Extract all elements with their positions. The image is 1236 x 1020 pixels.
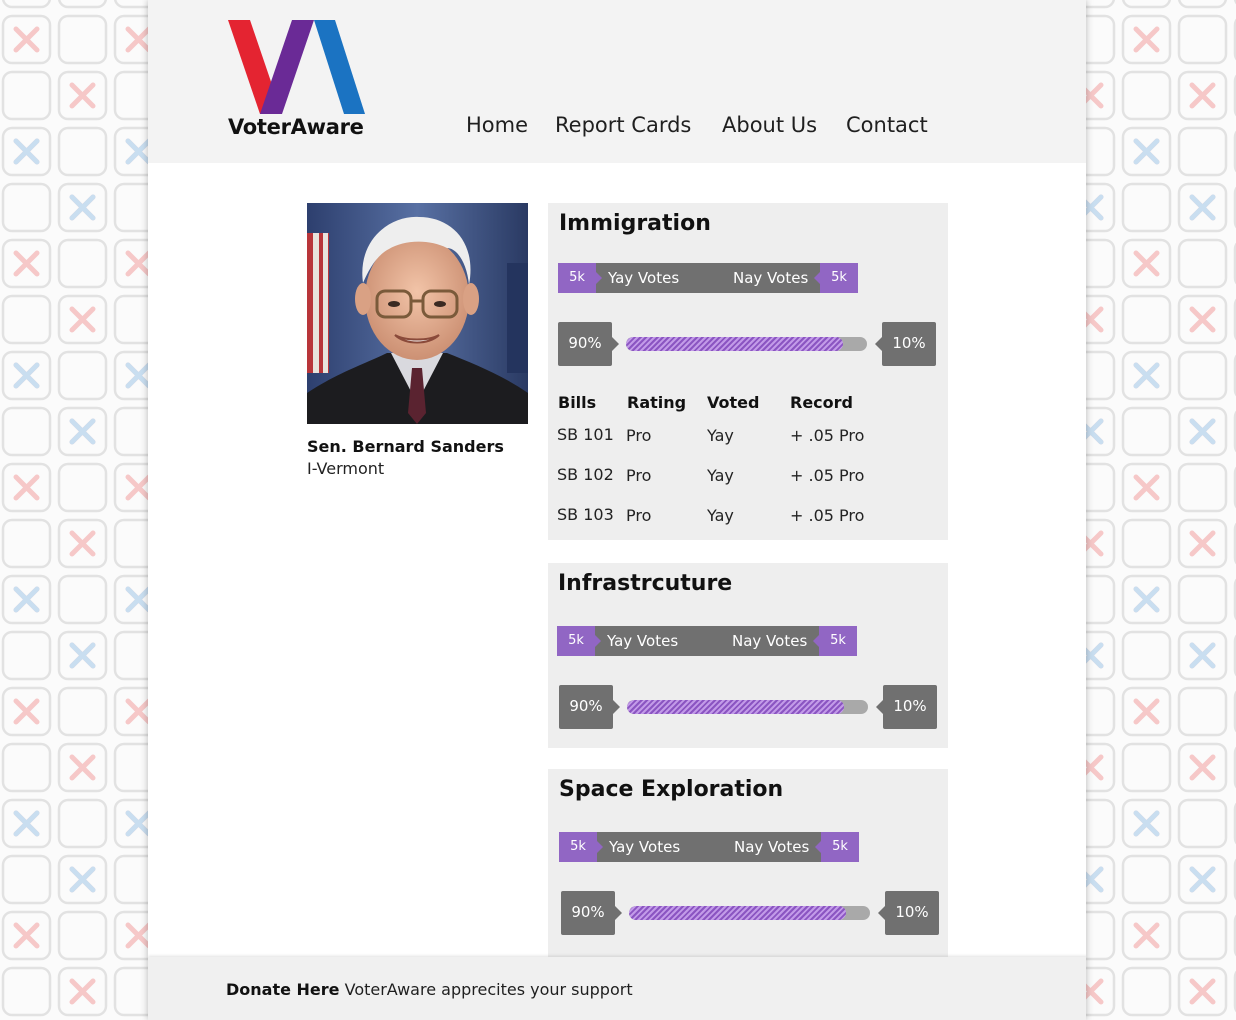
issue-card-space-exploration: Space Exploration 5k Yay Votes Nay Votes… <box>548 769 948 959</box>
nav-contact[interactable]: Contact <box>846 113 928 137</box>
politician-name: Sen. Bernard Sanders <box>307 437 504 456</box>
approval-bar <box>629 906 870 920</box>
nay-votes-badge[interactable]: Nay Votes 5k <box>717 626 857 656</box>
bill-voted: Yay <box>707 466 734 485</box>
approval-bar-fill <box>629 906 846 920</box>
nay-count: 5k <box>814 263 858 293</box>
bill-record: + .05 Pro <box>790 466 865 485</box>
pro-percent: 90% <box>559 685 620 729</box>
nay-count: 5k <box>813 626 857 656</box>
yay-votes-badge[interactable]: 5k Yay Votes <box>558 263 724 293</box>
bill-record: + .05 Pro <box>790 506 865 525</box>
nav-report-cards[interactable]: Report Cards <box>555 113 691 137</box>
yay-votes-badge[interactable]: 5k Yay Votes <box>559 832 725 862</box>
voteraware-logo[interactable]: VoterAware <box>228 20 370 142</box>
col-voted: Voted <box>707 393 760 412</box>
con-percent: 10% <box>878 891 939 935</box>
footer-text: Donate Here VoterAware apprecites your s… <box>226 980 633 999</box>
issue-title: Space Exploration <box>559 777 784 802</box>
yay-label: Yay Votes <box>609 838 681 856</box>
con-percent: 10% <box>876 685 937 729</box>
con-percent: 10% <box>875 322 936 366</box>
pro-percent: 90% <box>558 322 619 366</box>
bill-rating: Pro <box>626 466 652 485</box>
yay-votes-badge[interactable]: 5k Yay Votes <box>557 626 723 656</box>
bill-record: + .05 Pro <box>790 426 865 445</box>
col-bills: Bills <box>558 393 597 412</box>
approval-bar <box>627 700 868 714</box>
yay-count: 5k <box>557 626 601 656</box>
nay-count: 5k <box>815 832 859 862</box>
pro-percent: 90% <box>561 891 622 935</box>
logo-mark-icon <box>228 20 365 114</box>
nay-votes-badge[interactable]: Nay Votes 5k <box>719 832 859 862</box>
col-rating: Rating <box>627 393 687 412</box>
bill-name[interactable]: SB 102 <box>557 465 614 484</box>
yay-count: 5k <box>559 832 603 862</box>
bill-voted: Yay <box>707 506 734 525</box>
yay-label: Yay Votes <box>607 632 679 650</box>
nav-home[interactable]: Home <box>466 113 528 137</box>
approval-bar-fill <box>627 700 844 714</box>
nay-label: Nay Votes <box>734 838 810 856</box>
yay-count: 5k <box>558 263 602 293</box>
approval-bar <box>626 337 867 351</box>
approval-bar-fill <box>626 337 843 351</box>
nav-about-us[interactable]: About Us <box>722 113 817 137</box>
page-sheet: VoterAware Home Report Cards About Us Co… <box>148 0 1086 1020</box>
issue-card-immigration: Immigration 5k Yay Votes Nay Votes 5k 90… <box>548 203 948 540</box>
bill-name[interactable]: SB 103 <box>557 505 614 524</box>
nay-label: Nay Votes <box>733 269 809 287</box>
bill-rating: Pro <box>626 506 652 525</box>
logo-wordmark: VoterAware <box>228 115 364 139</box>
politician-affiliation: I-Vermont <box>307 459 385 478</box>
issue-title: Immigration <box>559 211 711 236</box>
col-record: Record <box>790 393 853 412</box>
issue-card-infrastructure: Infrastrcuture 5k Yay Votes Nay Votes 5k… <box>548 563 948 748</box>
site-footer: Donate Here VoterAware apprecites your s… <box>148 957 1086 1020</box>
footer-message: VoterAware apprecites your support <box>344 980 633 999</box>
donate-link[interactable]: Donate Here <box>226 980 340 999</box>
nay-label: Nay Votes <box>732 632 808 650</box>
politician-photo <box>307 203 528 424</box>
site-header: VoterAware Home Report Cards About Us Co… <box>148 0 1086 163</box>
bill-name[interactable]: SB 101 <box>557 425 614 444</box>
bill-voted: Yay <box>707 426 734 445</box>
nay-votes-badge[interactable]: Nay Votes 5k <box>718 263 858 293</box>
yay-label: Yay Votes <box>608 269 680 287</box>
issue-title: Infrastrcuture <box>558 571 733 596</box>
bill-rating: Pro <box>626 426 652 445</box>
